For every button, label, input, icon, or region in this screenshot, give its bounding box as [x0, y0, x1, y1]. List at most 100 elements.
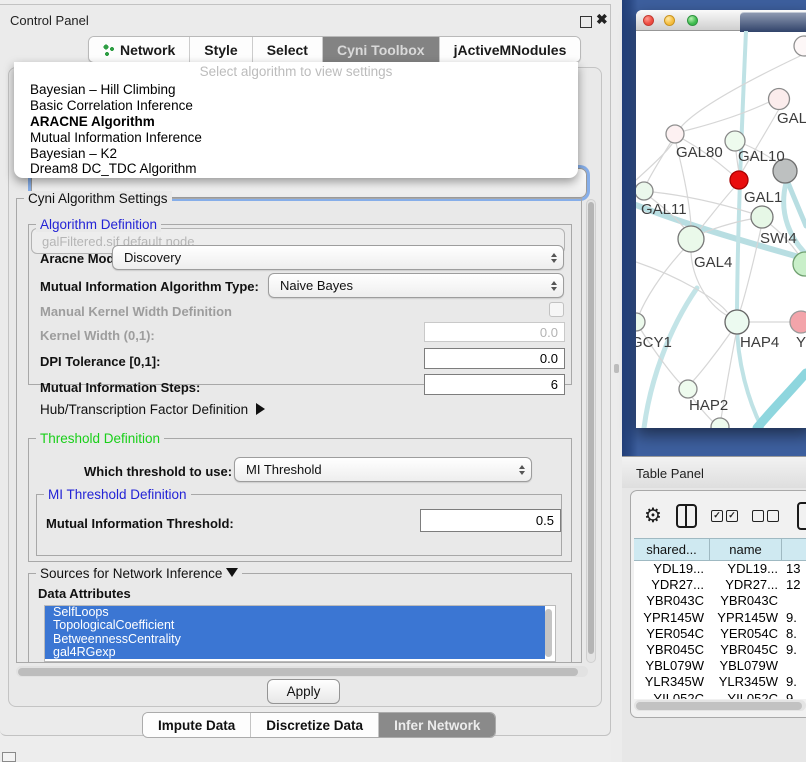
panel-splitter[interactable] [611, 0, 622, 762]
dpi-tolerance-input[interactable]: 0.0 [424, 348, 565, 369]
algorithm-option[interactable]: Dream8 DC_TDC Algorithm [14, 161, 578, 177]
node[interactable] [794, 36, 806, 56]
network-canvas[interactable]: GALGAL80GAL10GAL11GAL1SWI4GAL4GCY1HAP4YH… [636, 31, 806, 428]
tab-discretize-data[interactable]: Discretize Data [251, 713, 379, 737]
manual-kernel-checkbox[interactable] [549, 302, 564, 317]
table-cell: YDR27... [634, 577, 710, 593]
node-hap4[interactable] [725, 310, 749, 334]
network-edge[interactable] [647, 142, 671, 183]
gear-icon[interactable]: ⚙ [644, 506, 662, 526]
table-row[interactable]: YPR145WYPR145W9. [634, 610, 806, 626]
algorithm-option[interactable]: ARACNE Algorithm [14, 114, 578, 130]
stepper-icon [519, 465, 525, 475]
data-attributes-list[interactable]: SelfLoopsTopologicalCoefficientBetweenne… [44, 605, 556, 662]
table-row[interactable]: YDL19...YDL19...13 [634, 561, 806, 577]
list-scrollbar[interactable] [545, 609, 552, 657]
algorithm-option[interactable]: Bayesian – Hill Climbing [14, 82, 578, 98]
table-row[interactable]: YIL052CYIL052C9 [634, 691, 806, 700]
mi-algorithm-type-select[interactable]: Naive Bayes [268, 273, 564, 298]
table-cell: 9 [782, 691, 806, 700]
attribute-item[interactable]: BetweennessCentrality [45, 633, 545, 646]
which-threshold-select[interactable]: MI Threshold [234, 457, 532, 482]
minimize-traffic-light-icon[interactable] [664, 15, 675, 26]
table-panel-header: Table Panel [622, 456, 806, 488]
mi-steps-input[interactable]: 6 [424, 374, 565, 395]
tab-impute-data[interactable]: Impute Data [143, 713, 251, 737]
algorithm-definition-title: Algorithm Definition [36, 217, 161, 232]
algorithm-option[interactable]: Mutual Information Inference [14, 130, 578, 146]
control-tab-bar: Network Style Select Cyni ToolboxjActiveMNo… [88, 36, 581, 63]
close-traffic-light-icon[interactable] [643, 15, 654, 26]
tab-jactivemnodules[interactable]: jActiveMNodules [440, 37, 581, 62]
network-edge[interactable] [757, 373, 806, 428]
table-row[interactable]: YBR045CYBR045C9. [634, 642, 806, 658]
node-y-label: Y [796, 334, 806, 351]
new-column-icon[interactable] [797, 502, 806, 530]
close-icon[interactable]: ✖ [596, 11, 608, 28]
node-gcy1[interactable] [636, 313, 645, 331]
node-gal11-label: GAL11 [641, 201, 687, 218]
node-gal4[interactable] [678, 226, 704, 252]
float-window-icon[interactable] [580, 16, 592, 28]
node-gal11[interactable] [636, 182, 653, 200]
mi-threshold-group-title: MI Threshold Definition [44, 487, 191, 502]
algorithm-option[interactable]: Bayesian – K2 [14, 146, 578, 162]
column-header[interactable] [782, 539, 806, 560]
tab-network[interactable]: Network [89, 37, 190, 62]
node-red[interactable] [730, 171, 748, 189]
table-cell: YBR043C [710, 593, 782, 609]
tab-cyni-toolbox[interactable]: Cyni Toolbox [323, 37, 440, 62]
sources-title-text: Sources for Network Inference [40, 566, 222, 581]
node-y[interactable] [790, 311, 806, 333]
aracne-mode-select[interactable]: Discovery [112, 245, 564, 270]
settings-horizontal-scrollbar[interactable] [16, 666, 588, 677]
table-horizontal-scrollbar[interactable] [634, 700, 806, 711]
select-all-columns-icon[interactable]: ✓✓ [711, 510, 738, 522]
sources-group-title[interactable]: Sources for Network Inference [36, 566, 242, 581]
attribute-item[interactable]: TopologicalCoefficient [45, 619, 545, 632]
table-row[interactable]: YLR345WYLR345W9. [634, 674, 806, 690]
column-header[interactable]: name [710, 539, 782, 560]
zoom-traffic-light-icon[interactable] [687, 15, 698, 26]
node-hap4-label: HAP4 [740, 334, 779, 351]
mi-threshold-value: 0.5 [536, 513, 554, 528]
table-cell: YIL052C [634, 691, 710, 700]
network-edge[interactable] [684, 102, 769, 131]
node-gal80[interactable] [666, 125, 684, 143]
deselect-all-columns-icon[interactable] [752, 510, 779, 522]
attribute-item[interactable]: gal4RGexp [45, 646, 545, 659]
table-row[interactable]: YER054CYER054C8. [634, 626, 806, 642]
tab-infer-network[interactable]: Infer Network [379, 713, 495, 737]
background-window-titlebar[interactable] [740, 12, 806, 32]
network-edge[interactable] [692, 332, 731, 382]
table-row[interactable]: YDR27...YDR27...12 [634, 577, 806, 593]
mi-steps-label: Mutual Information Steps: [40, 380, 200, 395]
node-gal[interactable] [769, 89, 790, 110]
mi-threshold-input[interactable]: 0.5 [420, 509, 561, 532]
table-cell: 9. [782, 610, 806, 626]
minimized-window-icon[interactable] [2, 752, 16, 762]
column-header[interactable]: shared... [634, 539, 710, 560]
tab-label: Select [267, 42, 308, 58]
tab-select[interactable]: Select [253, 37, 323, 62]
apply-button[interactable]: Apply [267, 679, 340, 704]
table-row[interactable]: YBR043CYBR043C [634, 593, 806, 609]
table-row[interactable]: YBL079WYBL079W [634, 658, 806, 674]
table-cell: YDR27... [710, 577, 782, 593]
network-edge[interactable] [737, 31, 762, 428]
table-cell: YBL079W [634, 658, 710, 674]
tab-style[interactable]: Style [190, 37, 252, 62]
tab-label: Network [120, 42, 175, 58]
splitter-handle-icon[interactable] [614, 364, 619, 373]
node[interactable] [711, 418, 729, 428]
node-gal1[interactable] [751, 206, 773, 228]
kernel-width-input[interactable]: 0.0 [424, 322, 565, 342]
columns-icon[interactable] [676, 504, 697, 528]
hub-definition-toggle[interactable]: Hub/Transcription Factor Definition [40, 402, 265, 417]
attribute-item[interactable]: SelfLoops [45, 606, 545, 619]
algorithm-option[interactable]: Basic Correlation Inference [14, 98, 578, 114]
settings-vertical-scrollbar[interactable] [586, 199, 596, 663]
node-hap2[interactable] [679, 380, 697, 398]
network-edge[interactable] [639, 250, 683, 315]
network-edge[interactable] [700, 188, 734, 229]
